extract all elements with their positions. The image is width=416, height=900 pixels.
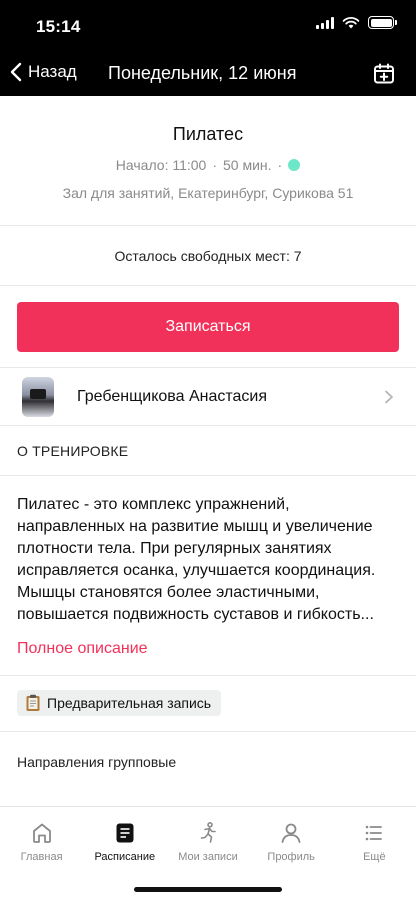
tab-schedule[interactable]: Расписание <box>83 807 166 867</box>
home-icon <box>32 823 51 843</box>
tab-home[interactable]: Главная <box>0 807 83 867</box>
more-icon <box>366 825 383 841</box>
tab-bar: Главная Расписание Мои записи Профиль Ещ… <box>0 806 416 900</box>
tag-row: Предварительная запись <box>0 676 416 732</box>
meta-separator: · <box>212 157 218 173</box>
nav-bar: Назад Понедельник, 12 июня <box>0 52 416 96</box>
chevron-right-icon <box>385 390 393 404</box>
tag-label: Предварительная запись <box>47 695 212 711</box>
person-run-icon <box>200 821 216 843</box>
description-line: повышается подвижность суставов и гибкос… <box>17 606 374 623</box>
chevron-left-icon <box>10 62 22 82</box>
pre-registration-tag: Предварительная запись <box>17 690 222 716</box>
workout-title: Пилатес <box>172 124 244 144</box>
back-button[interactable]: Назад <box>10 62 77 82</box>
battery-icon <box>368 16 397 29</box>
signup-button[interactable]: Записаться <box>17 302 399 352</box>
wifi-icon <box>342 17 360 29</box>
avatar <box>22 376 54 417</box>
signal-icon <box>316 16 334 29</box>
tab-label: Главная <box>20 851 63 863</box>
location: Зал для занятий, Екатеринбург, Сурикова … <box>62 185 354 201</box>
clipboard-icon <box>26 694 40 711</box>
status-time: 15:14 <box>36 17 81 36</box>
calendar-add-icon[interactable] <box>372 62 396 86</box>
tab-label: Профиль <box>267 851 315 863</box>
tab-my-bookings[interactable]: Мои записи <box>166 807 249 867</box>
status-dot-icon <box>288 159 301 171</box>
tab-label: Расписание <box>94 851 156 863</box>
workout-details: Пилатес Начало: 11:00 · 50 мин. · Зал дл… <box>0 96 416 792</box>
description-line: Пилатес - это комплекс упражнений, <box>17 496 290 513</box>
status-icons <box>316 16 397 29</box>
home-indicator[interactable] <box>134 887 282 892</box>
back-label: Назад <box>28 62 77 81</box>
duration: 50 мин. <box>223 157 272 173</box>
status-bar: 15:14 <box>0 0 416 52</box>
description-line: Мышцы становятся более эластичными, <box>17 584 320 601</box>
description-line: плотности тела. При регулярных занятиях <box>17 540 332 557</box>
description-line: направленных на развитие мышц и увеличен… <box>17 518 373 535</box>
description-line: исправляется осанка, улучшается координа… <box>17 562 376 579</box>
trainer-name: Гребенщикова Анастасия <box>77 387 267 405</box>
about-header: О ТРЕНИРОВКЕ <box>0 426 416 476</box>
workout-meta: Начало: 11:00 · 50 мин. · <box>0 157 416 173</box>
meta-separator: · <box>277 157 283 173</box>
trainer-row[interactable]: Гребенщикова Анастасия <box>0 368 416 426</box>
schedule-icon <box>116 823 134 843</box>
workout-header: Пилатес Начало: 11:00 · 50 мин. · Зал дл… <box>0 96 416 226</box>
start-time: Начало: 11:00 <box>115 157 207 173</box>
tab-label: Ещё <box>363 851 386 863</box>
directions-label: Направления групповые <box>17 754 177 770</box>
about-description: Пилатес - это комплекс упражнений, напра… <box>0 476 416 676</box>
tab-profile[interactable]: Профиль <box>250 807 333 867</box>
profile-icon <box>281 823 301 843</box>
free-seats: Осталось свободных мест: 7 <box>0 226 416 286</box>
page-title: Понедельник, 12 июня <box>108 63 297 83</box>
signup-section: Записаться <box>0 286 416 368</box>
tab-more[interactable]: Ещё <box>333 807 416 867</box>
full-description-link[interactable]: Полное описание <box>17 638 399 660</box>
tab-label: Мои записи <box>178 851 238 863</box>
